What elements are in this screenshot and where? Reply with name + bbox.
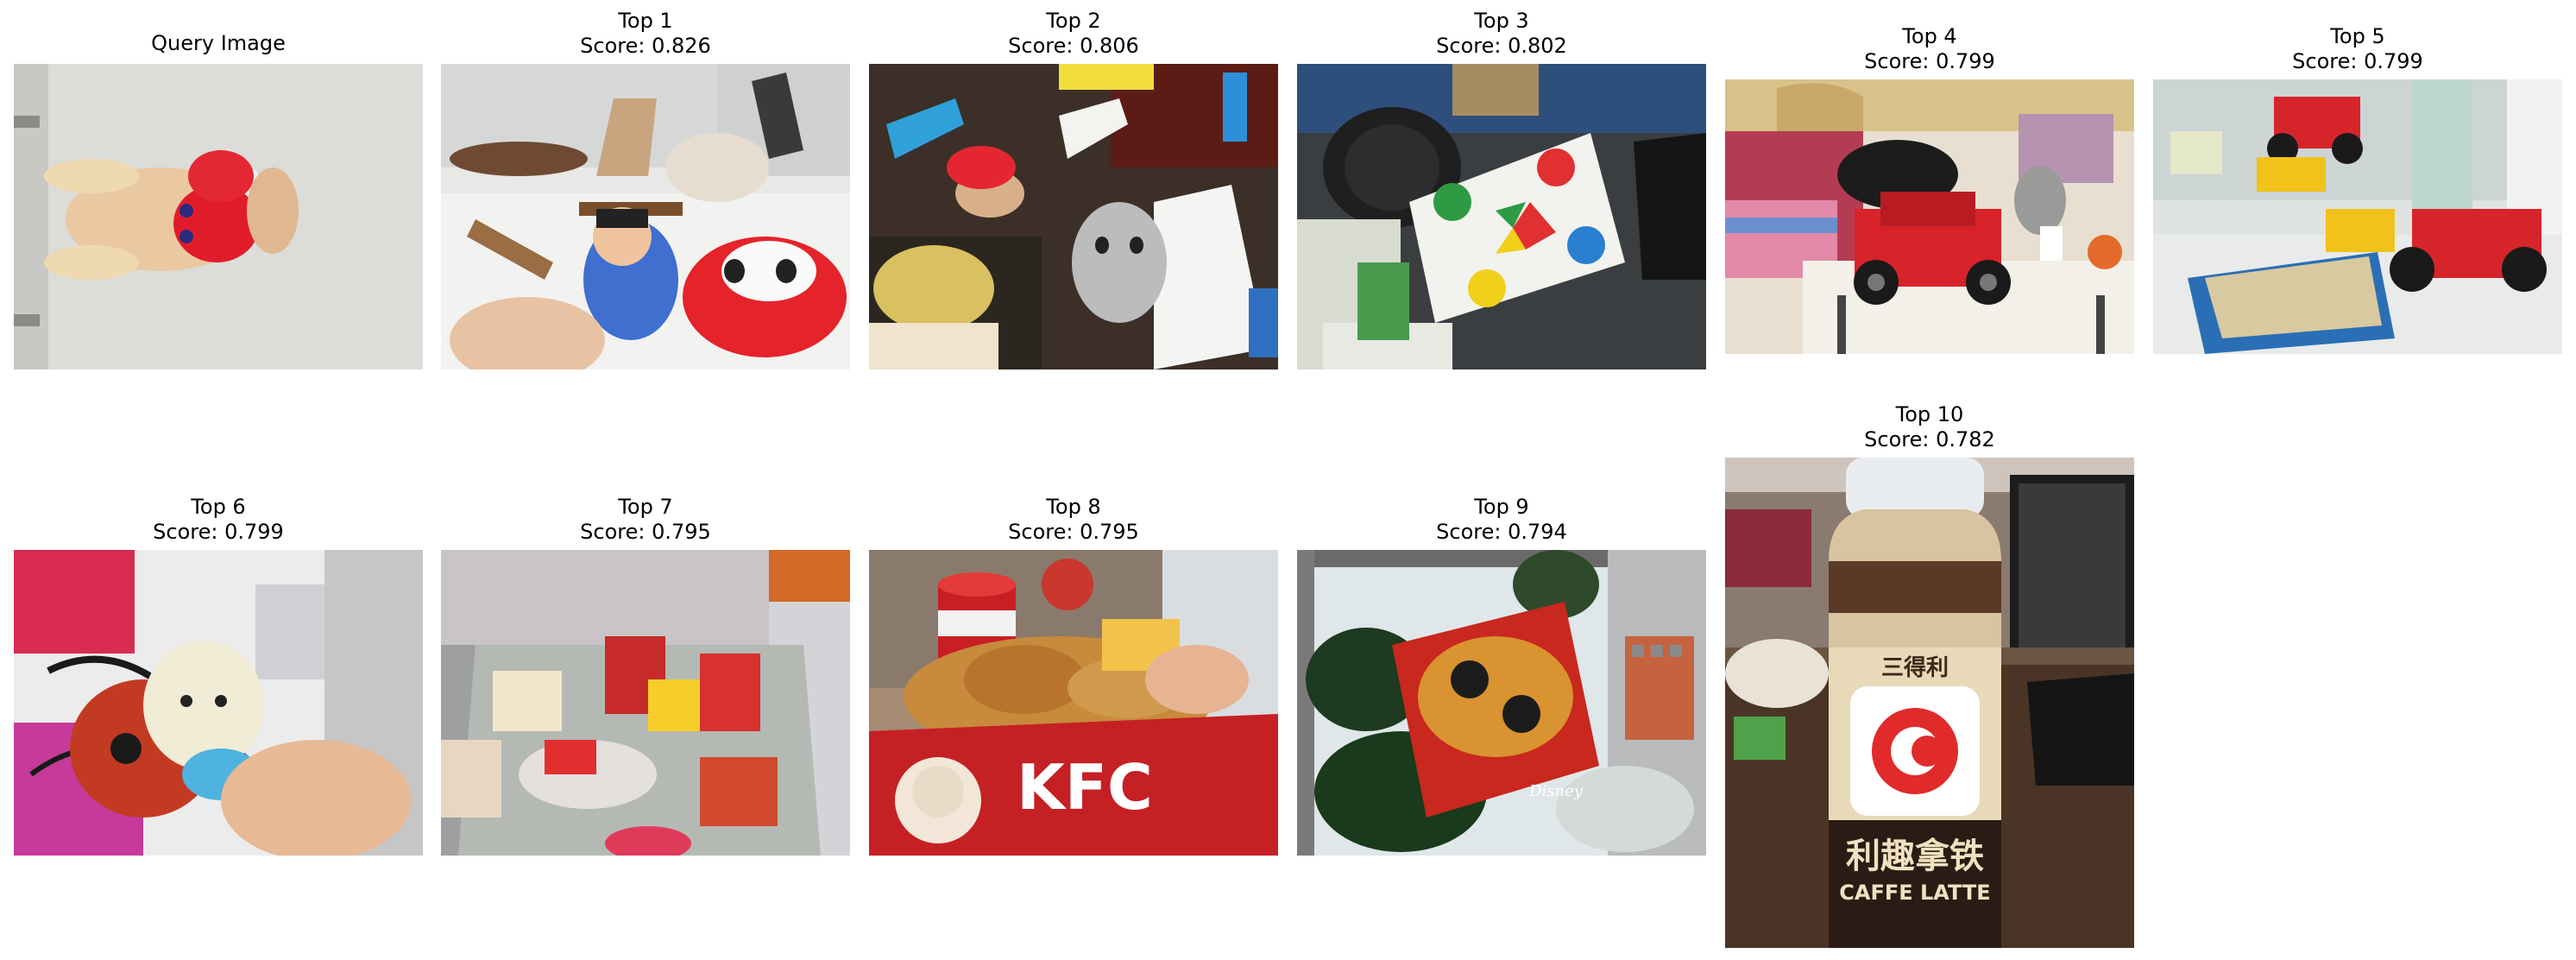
bottle-name-text: 利趣拿铁 bbox=[1846, 837, 1984, 876]
result-panel-6: Top 6 Score: 0.799 bbox=[14, 495, 423, 856]
result-score: Score: 0.799 bbox=[153, 520, 284, 544]
result-image bbox=[441, 64, 850, 369]
query-image bbox=[14, 64, 423, 369]
result-panel-4: Top 4 Score: 0.799 bbox=[1725, 24, 2134, 354]
result-score: Score: 0.799 bbox=[1864, 49, 1995, 73]
result-label: Top 7 bbox=[618, 495, 673, 519]
disney-text: Disney bbox=[1528, 782, 1584, 800]
result-image: KFC bbox=[869, 550, 1278, 856]
result-panel-9: Top 9 Score: 0.794 Disney bbox=[1297, 495, 1706, 856]
bottle-brand-text: 三得利 bbox=[1881, 655, 1949, 681]
result-image bbox=[1725, 79, 2134, 354]
kfc-text: KFC bbox=[1017, 751, 1153, 824]
result-title: Top 5 Score: 0.799 bbox=[2153, 24, 2562, 74]
result-image bbox=[869, 64, 1278, 369]
result-label: Top 10 bbox=[1895, 402, 1964, 426]
result-title: Top 8 Score: 0.795 bbox=[869, 495, 1278, 545]
result-panel-10: Top 10 Score: 0.782 三得利 利趣拿铁 CAFFE LATTE bbox=[1725, 402, 2134, 948]
result-label: Top 6 bbox=[191, 495, 246, 519]
result-panel-2: Top 2 Score: 0.806 bbox=[869, 9, 1278, 369]
result-label: Top 4 bbox=[1902, 24, 1957, 48]
result-image bbox=[2153, 79, 2562, 354]
query-label: Query Image bbox=[151, 31, 286, 55]
result-title: Top 9 Score: 0.794 bbox=[1297, 495, 1706, 545]
result-image: Disney bbox=[1297, 550, 1706, 856]
result-score: Score: 0.782 bbox=[1864, 427, 1995, 452]
result-title: Top 1 Score: 0.826 bbox=[441, 9, 850, 59]
result-title: Top 7 Score: 0.795 bbox=[441, 495, 850, 545]
result-score: Score: 0.826 bbox=[580, 34, 711, 58]
result-image bbox=[1297, 64, 1706, 369]
result-title: Top 4 Score: 0.799 bbox=[1725, 24, 2134, 74]
result-title: Top 10 Score: 0.782 bbox=[1725, 402, 2134, 452]
result-panel-7: Top 7 Score: 0.795 bbox=[441, 495, 850, 856]
result-panel-1: Top 1 Score: 0.826 bbox=[441, 9, 850, 369]
result-panel-5: Top 5 Score: 0.799 bbox=[2153, 24, 2562, 354]
result-score: Score: 0.795 bbox=[580, 520, 711, 544]
bottle-sub-text: CAFFE LATTE bbox=[1839, 881, 1990, 905]
result-label: Top 8 bbox=[1046, 495, 1101, 519]
result-panel-8: Top 8 Score: 0.795 KFC bbox=[869, 495, 1278, 856]
result-image bbox=[14, 550, 423, 856]
result-panel-3: Top 3 Score: 0.802 bbox=[1297, 9, 1706, 369]
result-label: Top 3 bbox=[1474, 9, 1529, 33]
result-score: Score: 0.799 bbox=[2292, 49, 2423, 73]
query-title: Query Image bbox=[14, 31, 423, 56]
result-score: Score: 0.802 bbox=[1436, 34, 1567, 58]
result-score: Score: 0.794 bbox=[1436, 520, 1567, 544]
result-title: Top 3 Score: 0.802 bbox=[1297, 9, 1706, 59]
result-label: Top 5 bbox=[2330, 24, 2385, 48]
result-image bbox=[441, 550, 850, 856]
result-label: Top 2 bbox=[1046, 9, 1101, 33]
result-label: Top 9 bbox=[1474, 495, 1529, 519]
result-score: Score: 0.795 bbox=[1008, 520, 1139, 544]
result-label: Top 1 bbox=[618, 9, 673, 33]
result-score: Score: 0.806 bbox=[1008, 34, 1139, 58]
result-title: Top 2 Score: 0.806 bbox=[869, 9, 1278, 59]
query-panel: Query Image bbox=[14, 31, 423, 369]
result-title: Top 6 Score: 0.799 bbox=[14, 495, 423, 545]
result-image: 三得利 利趣拿铁 CAFFE LATTE bbox=[1725, 458, 2134, 948]
